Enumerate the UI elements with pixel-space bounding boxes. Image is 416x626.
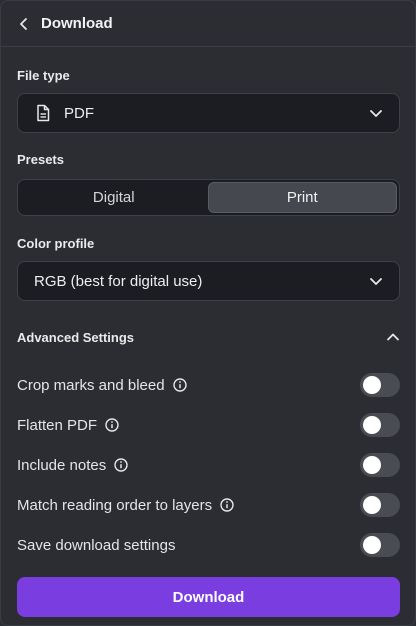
panel-title: Download: [41, 15, 113, 32]
presets-segmented-control: Digital Print: [17, 179, 400, 216]
back-button[interactable]: Download: [17, 15, 113, 32]
document-icon: [37, 104, 50, 122]
presets-label: Presets: [17, 152, 64, 167]
crop-marks-toggle[interactable]: [360, 373, 400, 397]
advanced-settings-title: Advanced Settings: [17, 329, 135, 345]
option-label: Save download settings: [17, 536, 176, 554]
info-icon[interactable]: [172, 378, 187, 392]
file-type-select[interactable]: PDF: [17, 93, 400, 133]
chevron-left-icon: [20, 17, 27, 30]
info-icon[interactable]: [114, 458, 128, 472]
preset-print[interactable]: Print: [207, 182, 397, 213]
download-panel: Download File type PDF Presets Digital P…: [0, 0, 416, 626]
color-profile-select[interactable]: RGB (best for digital use): [17, 261, 400, 301]
color-profile-value: RGB (best for digital use): [34, 272, 203, 290]
info-icon[interactable]: [220, 498, 234, 512]
preset-digital[interactable]: Digital: [20, 182, 208, 213]
option-save-download-settings: Save download settings: [17, 531, 400, 559]
include-notes-toggle[interactable]: [360, 453, 400, 477]
toggle-knob: [363, 376, 381, 394]
option-crop-marks: Crop marks and bleed: [17, 371, 400, 399]
chevron-down-icon: [370, 110, 382, 117]
file-type-value: PDF: [64, 104, 94, 122]
chevron-up-icon: [387, 333, 399, 341]
option-include-notes: Include notes: [17, 451, 400, 479]
option-match-reading-order: Match reading order to layers: [17, 491, 400, 519]
toggle-knob: [363, 456, 381, 474]
download-button[interactable]: Download: [17, 577, 400, 617]
option-label: Match reading order to layers: [17, 496, 213, 514]
toggle-knob: [363, 536, 381, 554]
advanced-settings-toggle[interactable]: Advanced Settings: [17, 323, 400, 351]
option-flatten-pdf: Flatten PDF: [17, 411, 400, 439]
option-label: Include notes: [17, 456, 107, 474]
save-download-settings-toggle[interactable]: [360, 533, 400, 557]
color-profile-label: Color profile: [17, 236, 95, 251]
toggle-knob: [363, 496, 381, 514]
toggle-knob: [363, 416, 381, 434]
flatten-pdf-toggle[interactable]: [360, 413, 400, 437]
chevron-down-icon: [370, 278, 382, 285]
option-label: Flatten PDF: [17, 416, 98, 434]
match-reading-order-toggle[interactable]: [360, 493, 400, 517]
info-icon[interactable]: [105, 418, 119, 432]
panel-header: Download: [1, 1, 415, 47]
file-type-label: File type: [17, 68, 70, 83]
option-label: Crop marks and bleed: [17, 376, 165, 394]
